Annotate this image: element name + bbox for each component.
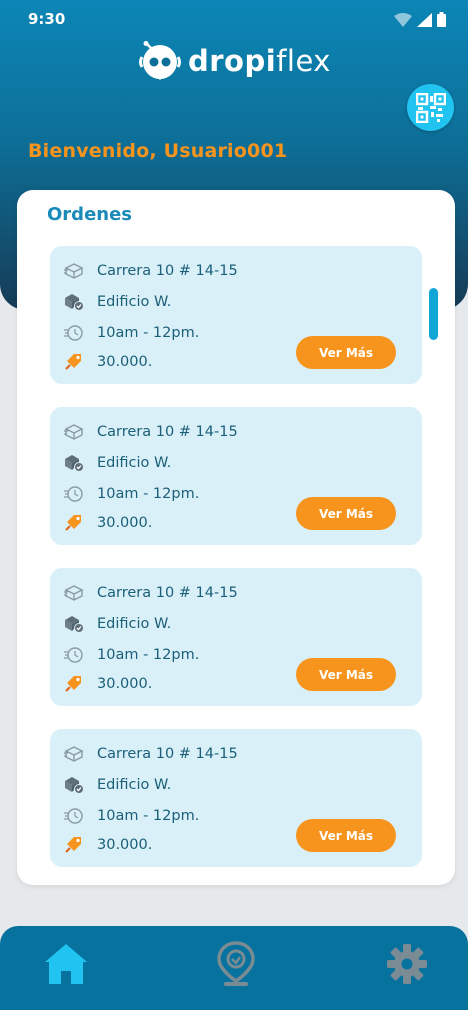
welcome-message: Bienvenido, Usuario001 <box>28 140 288 162</box>
brand-name: dropiflex <box>188 44 331 78</box>
ver-mas-button[interactable]: Ver Más <box>296 336 396 369</box>
bottom-nav <box>0 926 468 1010</box>
robot-icon <box>139 41 181 80</box>
price-tag-icon <box>62 512 86 534</box>
package-check-icon <box>62 774 86 796</box>
order-building: Edificio W. <box>97 777 172 793</box>
order-address-row: Carrera 10 # 14-15 <box>62 260 238 282</box>
box-icon <box>62 260 86 282</box>
price-tag-icon <box>62 834 86 856</box>
nav-home[interactable] <box>42 940 90 988</box>
brand-name-bold: dropi <box>188 44 277 78</box>
clock-icon <box>62 805 86 827</box>
order-building: Edificio W. <box>97 294 172 310</box>
order-building-row: Edificio W. <box>62 291 171 313</box>
home-icon <box>45 944 87 984</box>
order-card: Carrera 10 # 14-15 Edificio W. 10am - 12pm… <box>50 568 422 706</box>
order-address-row: Carrera 10 # 14-15 <box>62 582 238 604</box>
box-icon <box>62 743 86 765</box>
status-time: 9:30 <box>28 10 66 28</box>
clock-icon <box>62 322 86 344</box>
brand-name-light: flex <box>276 44 331 78</box>
order-address: Carrera 10 # 14-15 <box>97 746 238 762</box>
ver-mas-button[interactable]: Ver Más <box>296 658 396 691</box>
location-pin-icon <box>217 941 255 986</box>
order-time-range: 10am - 12pm. <box>97 325 200 341</box>
order-time-range: 10am - 12pm. <box>97 486 200 502</box>
order-card: Carrera 10 # 14-15 Edificio W. 10am - 12pm… <box>50 407 422 545</box>
box-icon <box>62 582 86 604</box>
clock-icon <box>62 483 86 505</box>
nav-location[interactable] <box>212 940 260 988</box>
order-address: Carrera 10 # 14-15 <box>97 424 238 440</box>
package-check-icon <box>62 291 86 313</box>
nav-settings[interactable] <box>383 940 431 988</box>
clock-icon <box>62 644 86 666</box>
orders-panel: Ordenes Carrera 10 # 14-15 Edificio W. 10a… <box>17 190 455 885</box>
scrollbar[interactable] <box>429 288 438 340</box>
order-building: Edificio W. <box>97 616 172 632</box>
order-building: Edificio W. <box>97 455 172 471</box>
battery-icon <box>437 12 446 27</box>
order-price: 30.000. <box>97 837 153 853</box>
order-address: Carrera 10 # 14-15 <box>97 263 238 279</box>
order-building-row: Edificio W. <box>62 452 171 474</box>
package-check-icon <box>62 613 86 635</box>
order-time-range-row: 10am - 12pm. <box>62 483 199 505</box>
package-check-icon <box>62 452 86 474</box>
wifi-icon <box>394 13 412 27</box>
order-address: Carrera 10 # 14-15 <box>97 585 238 601</box>
order-price: 30.000. <box>97 515 153 531</box>
order-address-row: Carrera 10 # 14-15 <box>62 743 238 765</box>
order-price: 30.000. <box>97 676 153 692</box>
order-time-range: 10am - 12pm. <box>97 647 200 663</box>
order-building-row: Edificio W. <box>62 774 171 796</box>
order-time-range-row: 10am - 12pm. <box>62 644 199 666</box>
order-price-row: 30.000. <box>62 673 152 695</box>
order-price-row: 30.000. <box>62 512 152 534</box>
order-address-row: Carrera 10 # 14-15 <box>62 421 238 443</box>
order-time-range-row: 10am - 12pm. <box>62 322 199 344</box>
order-price-row: 30.000. <box>62 834 152 856</box>
ver-mas-button[interactable]: Ver Más <box>296 819 396 852</box>
price-tag-icon <box>62 673 86 695</box>
order-time-range: 10am - 12pm. <box>97 808 200 824</box>
ver-mas-button[interactable]: Ver Más <box>296 497 396 530</box>
order-time-range-row: 10am - 12pm. <box>62 805 199 827</box>
orders-title: Ordenes <box>47 204 133 225</box>
order-price: 30.000. <box>97 354 153 370</box>
order-card: Carrera 10 # 14-15 Edificio W. 10am - 12pm… <box>50 729 422 867</box>
qr-code-icon <box>415 92 446 123</box>
order-card: Carrera 10 # 14-15 Edificio W. 10am - 12pm… <box>50 246 422 384</box>
qr-scan-button[interactable] <box>407 84 454 131</box>
signal-icon <box>417 13 432 27</box>
dropiflex-logo: dropiflex <box>138 40 331 82</box>
status-bar: 9:30 <box>0 0 468 38</box>
gear-icon <box>387 944 427 984</box>
order-price-row: 30.000. <box>62 351 152 373</box>
status-icons <box>394 12 446 27</box>
order-building-row: Edificio W. <box>62 613 171 635</box>
price-tag-icon <box>62 351 86 373</box>
box-icon <box>62 421 86 443</box>
